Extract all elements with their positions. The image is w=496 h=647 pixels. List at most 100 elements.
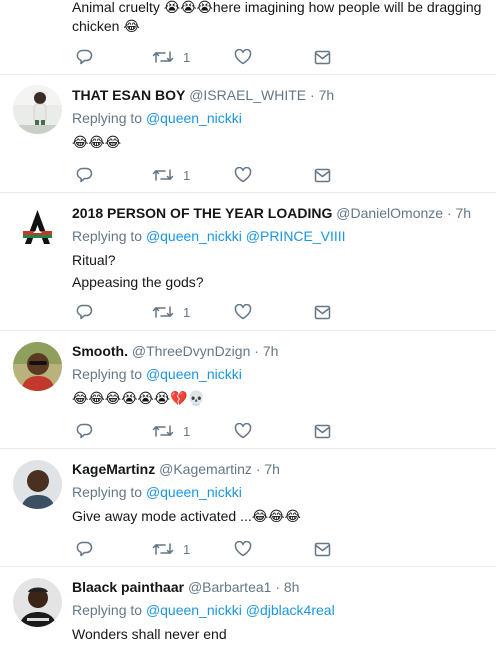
user-handle[interactable]: @DanielOmonze <box>336 205 443 221</box>
separator-dot: · <box>254 343 259 359</box>
like-button[interactable] <box>234 421 252 441</box>
retweet-icon <box>152 541 174 557</box>
replying-to-label: Replying to <box>72 228 143 244</box>
heart-icon <box>234 49 252 65</box>
tweet-actions: 1 <box>72 421 342 441</box>
like-button[interactable] <box>234 302 252 322</box>
mention-link[interactable]: @queen_nickki <box>146 110 242 126</box>
retweet-button[interactable]: 1 <box>152 302 190 322</box>
like-button[interactable] <box>234 47 252 67</box>
tweet-text: 😂😂😂 <box>72 134 122 150</box>
tweet-partial-top: Animal cruelty 😭😭😭here imagining how peo… <box>0 0 496 75</box>
timestamp[interactable]: 8h <box>284 579 300 595</box>
mention-link[interactable]: @PRINCE_VIIII <box>246 228 346 244</box>
like-button[interactable] <box>234 165 252 185</box>
replying-to-label: Replying to <box>72 484 143 500</box>
envelope-icon <box>314 168 331 183</box>
display-name[interactable]: Blaack painthaar <box>72 579 184 595</box>
tweet-text: 😂😂😂😭😭😭💔💀 <box>72 390 206 406</box>
heart-icon <box>234 541 252 557</box>
timestamp[interactable]: 7h <box>264 461 280 477</box>
heart-icon <box>234 304 252 320</box>
tweet-actions: 1 <box>72 47 342 67</box>
separator-dot: · <box>310 87 315 103</box>
user-handle[interactable]: @ThreeDvynDzign <box>132 343 250 359</box>
tweet: 2018 PERSON OF THE YEAR LOADING @DanielO… <box>0 193 496 331</box>
retweet-count: 1 <box>183 304 191 320</box>
envelope-icon <box>314 424 331 439</box>
timestamp[interactable]: 7h <box>319 87 335 103</box>
separator-dot: · <box>446 205 452 221</box>
separator-dot: · <box>275 579 280 595</box>
mention-link[interactable]: @djblack4real <box>246 602 335 618</box>
reply-icon <box>76 167 93 183</box>
display-name[interactable]: 2018 PERSON OF THE YEAR LOADING <box>72 205 332 221</box>
tweet-text: Wonders shall never end <box>72 626 227 642</box>
dm-button[interactable] <box>314 302 331 322</box>
display-name[interactable]: Smooth. <box>72 343 128 359</box>
tweet: THAT ESAN BOY @ISRAEL_WHITE · 7h Replyin… <box>0 75 496 193</box>
envelope-icon <box>314 305 331 320</box>
separator-dot: · <box>255 461 261 477</box>
retweet-button[interactable]: 1 <box>152 47 190 67</box>
retweet-count: 1 <box>183 423 191 439</box>
reply-icon <box>76 49 93 65</box>
mention-link[interactable]: @queen_nickki <box>146 366 242 382</box>
dm-button[interactable] <box>314 421 331 441</box>
dm-button[interactable] <box>314 539 331 559</box>
retweet-icon <box>152 49 174 65</box>
retweet-button[interactable]: 1 <box>152 165 190 185</box>
tweet-actions: 1 <box>72 302 342 322</box>
tweet-text-line: chicken 😂 <box>72 18 140 34</box>
mention-link[interactable]: @queen_nickki <box>146 602 242 618</box>
replying-to: Replying to @queen_nickki <box>72 109 490 128</box>
display-name[interactable]: KageMartinz <box>72 461 155 477</box>
user-handle[interactable]: @Barbartea1 <box>188 579 271 595</box>
tweet-text: Give away mode activated ...😂😂😂 <box>72 508 301 524</box>
user-handle[interactable]: @ISRAEL_WHITE <box>189 87 306 103</box>
retweet-icon <box>152 167 174 183</box>
tweet-text-line: Ritual? <box>72 252 116 268</box>
reply-button[interactable] <box>76 47 93 67</box>
replying-to: Replying to @queen_nickki <box>72 365 490 384</box>
tweet: Smooth. @ThreeDvynDzign · 7h Replying to… <box>0 331 496 449</box>
tweet-header: 2018 PERSON OF THE YEAR LOADING @DanielO… <box>72 204 490 223</box>
timestamp[interactable]: 7h <box>263 343 279 359</box>
envelope-icon <box>314 50 331 65</box>
heart-icon <box>234 423 252 439</box>
mention-link[interactable]: @queen_nickki <box>146 228 242 244</box>
reply-button[interactable] <box>76 302 93 322</box>
mention-link[interactable]: @queen_nickki <box>146 484 242 500</box>
reply-icon <box>76 423 93 439</box>
dm-button[interactable] <box>314 165 331 185</box>
heart-icon <box>234 167 252 183</box>
reply-icon <box>76 304 93 320</box>
avatar[interactable] <box>13 85 62 134</box>
retweet-count: 1 <box>183 49 191 65</box>
retweet-button[interactable]: 1 <box>152 421 190 441</box>
avatar[interactable] <box>13 460 62 509</box>
replying-to-label: Replying to <box>72 602 143 618</box>
retweet-count: 1 <box>183 167 191 183</box>
replying-to: Replying to @queen_nickki <box>72 483 490 502</box>
tweet-header: Blaack painthaar @Barbartea1 · 8h <box>72 578 490 597</box>
tweet-header: THAT ESAN BOY @ISRAEL_WHITE · 7h <box>72 86 490 105</box>
envelope-icon <box>314 542 331 557</box>
reply-button[interactable] <box>76 539 93 559</box>
avatar[interactable] <box>13 342 62 391</box>
avatar[interactable] <box>13 204 62 253</box>
retweet-icon <box>152 304 174 320</box>
retweet-button[interactable]: 1 <box>152 539 190 559</box>
reply-icon <box>76 541 93 557</box>
display-name[interactable]: THAT ESAN BOY <box>72 87 185 103</box>
avatar[interactable] <box>13 578 62 627</box>
reply-button[interactable] <box>76 421 93 441</box>
timestamp[interactable]: 7h <box>456 205 472 221</box>
tweet-text-line: Appeasing the gods? <box>72 274 204 290</box>
tweet-header: Smooth. @ThreeDvynDzign · 7h <box>72 342 490 361</box>
dm-button[interactable] <box>314 47 331 67</box>
user-handle[interactable]: @Kagemartinz <box>159 461 252 477</box>
like-button[interactable] <box>234 539 252 559</box>
reply-button[interactable] <box>76 165 93 185</box>
tweet: Blaack painthaar @Barbartea1 · 8h Replyi… <box>0 567 496 647</box>
